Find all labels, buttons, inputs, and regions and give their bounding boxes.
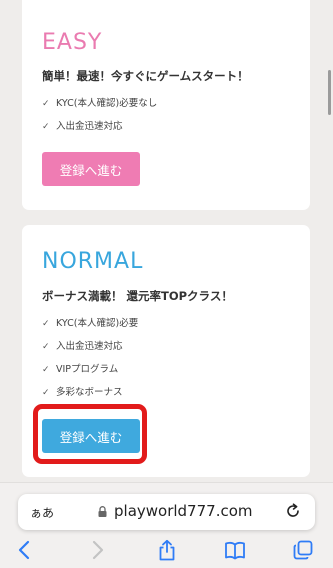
- url-text: playworld777.com: [114, 502, 253, 520]
- plan-tagline-easy: 簡単！最速！今すぐにゲームスタート！: [42, 69, 249, 83]
- check-icon: ✓: [42, 122, 50, 132]
- check-icon: ✓: [42, 342, 50, 352]
- feature-label: 入出金迅速対応: [56, 121, 123, 132]
- bookmarks-icon[interactable]: [224, 539, 246, 561]
- check-icon: ✓: [42, 388, 50, 398]
- forward-icon[interactable]: [86, 539, 108, 561]
- feature-label: 多彩なボーナス: [56, 387, 123, 398]
- plan-title-normal: NORMAL: [42, 249, 144, 274]
- back-icon[interactable]: [14, 539, 36, 561]
- feature-label: KYC(本人確認)必要なし: [56, 98, 158, 109]
- feature-list-easy: ✓ KYC(本人確認)必要なし ✓ 入出金迅速対応: [42, 96, 157, 142]
- check-icon: ✓: [42, 365, 50, 375]
- share-icon[interactable]: [156, 539, 178, 561]
- address-bar[interactable]: ぁあ playworld777.com: [18, 494, 315, 530]
- plan-card-easy: EASY 簡単！最速！今すぐにゲームスタート！ ✓ KYC(本人確認)必要なし ✓…: [22, 0, 310, 210]
- feature-label: KYC(本人確認)必要: [56, 318, 139, 329]
- browser-toolbar: ぁあ playworld777.com: [0, 482, 333, 568]
- tabs-icon[interactable]: [292, 539, 314, 561]
- feature-item: ✓ VIPプログラム: [42, 362, 138, 385]
- lock-icon: [98, 506, 107, 517]
- text-size-button[interactable]: ぁあ: [30, 504, 54, 521]
- plan-title-easy: EASY: [42, 30, 103, 55]
- feature-item: ✓ 入出金迅速対応: [42, 339, 138, 362]
- check-icon: ✓: [42, 319, 50, 329]
- reload-icon[interactable]: [284, 502, 302, 520]
- feature-list-normal: ✓ KYC(本人確認)必要 ✓ 入出金迅速対応 ✓ VIPプログラム ✓ 多彩なボーナス: [42, 316, 138, 408]
- scrollbar[interactable]: [328, 70, 331, 115]
- feature-item: ✓ 入出金迅速対応: [42, 119, 157, 142]
- feature-item: ✓ KYC(本人確認)必要なし: [42, 96, 157, 119]
- register-button-easy[interactable]: 登録へ進む: [42, 152, 140, 186]
- check-icon: ✓: [42, 99, 50, 109]
- highlight-box: [33, 404, 147, 464]
- feature-item: ✓ KYC(本人確認)必要: [42, 316, 138, 339]
- plan-tagline-normal: ボーナス満載！ 還元率TOPクラス！: [42, 289, 233, 303]
- feature-label: VIPプログラム: [56, 364, 119, 375]
- feature-label: 入出金迅速対応: [56, 341, 123, 352]
